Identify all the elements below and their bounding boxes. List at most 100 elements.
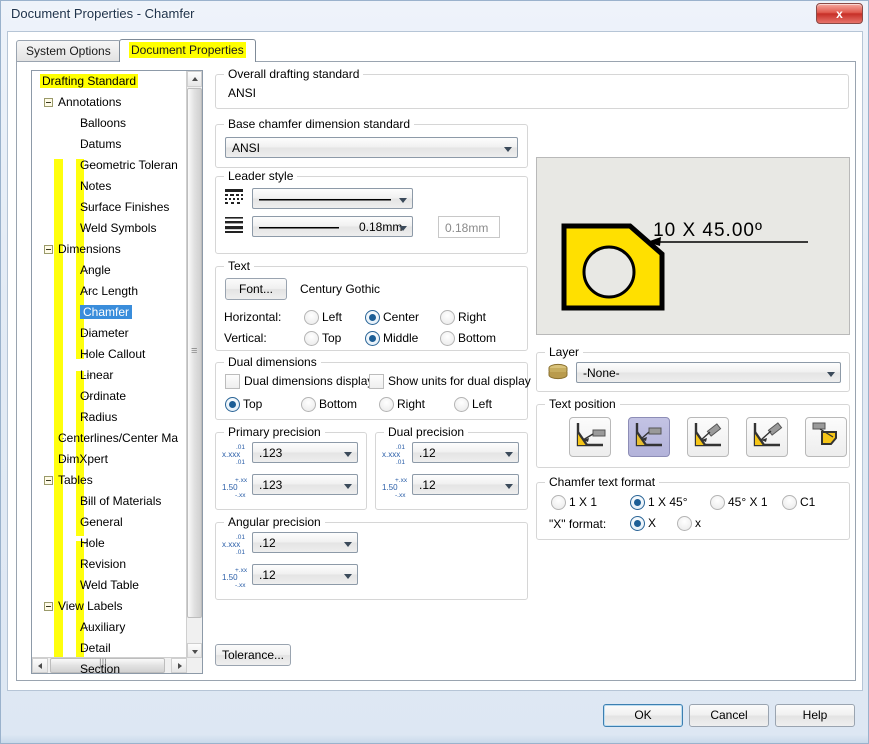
tree-expander-icon[interactable]: [44, 602, 53, 611]
layer-combo[interactable]: -None-: [576, 362, 841, 383]
tree-item-geometric-toleran[interactable]: Geometric Toleran: [32, 155, 187, 176]
close-icon[interactable]: x: [816, 3, 863, 24]
angular-dimension-precision-combo[interactable]: .12: [252, 532, 358, 553]
primary-dimension-precision-combo[interactable]: .123: [252, 442, 358, 463]
radio-format-45x1[interactable]: 45° X 1: [710, 495, 768, 510]
tree-item-linear[interactable]: Linear: [32, 365, 187, 386]
primary-dimension-precision-value: .123: [259, 446, 283, 460]
radio-dual-bottom[interactable]: Bottom: [301, 397, 357, 412]
settings-tree-list[interactable]: Drafting Standard Annotations Balloons Datu…: [32, 71, 187, 673]
tolerance-button[interactable]: Tolerance...: [215, 644, 291, 666]
tree-item-revision[interactable]: Revision: [32, 554, 187, 575]
tree-item-ordinate[interactable]: Ordinate: [32, 386, 187, 407]
checkbox-dual-dimensions-display[interactable]: Dual dimensions display: [225, 374, 373, 389]
tree-expander-icon[interactable]: [44, 245, 53, 254]
text-position-aligned-outside-button[interactable]: [687, 417, 729, 457]
tree-item-radius[interactable]: Radius: [32, 407, 187, 428]
tree-item-label: Diameter: [80, 326, 129, 340]
radio-dual-left[interactable]: Left: [454, 397, 492, 412]
radio-vertical-top[interactable]: Top: [304, 331, 341, 346]
base-chamfer-standard-combo[interactable]: ANSI: [225, 137, 518, 158]
scroll-up-icon[interactable]: [187, 71, 202, 87]
tree-item-label: Annotations: [58, 95, 122, 109]
primary-tolerance-precision-value: .123: [259, 478, 283, 492]
radio-x-lower[interactable]: x: [677, 516, 701, 531]
svg-text:1.50: 1.50: [222, 483, 238, 492]
radio-format-c1[interactable]: C1: [782, 495, 815, 510]
tree-item-auxiliary[interactable]: Auxiliary: [32, 617, 187, 638]
tab-document-properties[interactable]: Document Properties: [119, 39, 256, 62]
radio-horizontal-left[interactable]: Left: [304, 310, 342, 325]
font-button[interactable]: Font...: [225, 278, 287, 300]
tree-item-notes[interactable]: Notes: [32, 176, 187, 197]
tree-expander-icon[interactable]: [44, 98, 53, 107]
text-position-horizontal-inside-button[interactable]: [628, 417, 670, 457]
text-position-aligned-far-button[interactable]: [746, 417, 788, 457]
tree-item-tables[interactable]: Tables: [32, 470, 187, 491]
radio-format-1x1[interactable]: 1 X 1: [551, 495, 597, 510]
tree-vertical-scrollbar[interactable]: [186, 71, 202, 659]
angular-tolerance-precision-value: .12: [259, 568, 276, 582]
ok-button[interactable]: OK: [603, 704, 683, 727]
tree-item-diameter[interactable]: Diameter: [32, 323, 187, 344]
radio-vertical-bottom[interactable]: Bottom: [440, 331, 496, 346]
tree-item-weld-symbols[interactable]: Weld Symbols: [32, 218, 187, 239]
leader-custom-thickness-input[interactable]: 0.18mm: [438, 216, 500, 238]
dual-dimension-precision-combo[interactable]: .12: [412, 442, 519, 463]
tree-item-label: Revision: [80, 557, 127, 571]
tree-item-surface-finishes[interactable]: Surface Finishes: [32, 197, 187, 218]
radio-vertical-middle[interactable]: Middle: [365, 331, 418, 346]
overall-drafting-standard-caption: Overall drafting standard: [224, 67, 364, 81]
radio-dual-right[interactable]: Right: [379, 397, 425, 412]
base-chamfer-standard-value: ANSI: [232, 141, 261, 155]
tree-item-label: Arc Length: [80, 284, 139, 298]
tree-item-dimxpert[interactable]: DimXpert: [32, 449, 187, 470]
tree-item-label: Detail: [80, 641, 111, 655]
tree-item-centerlines-center-ma[interactable]: Centerlines/Center Ma: [32, 428, 187, 449]
tree-item-balloons[interactable]: Balloons: [32, 113, 187, 134]
tree-item-label: DimXpert: [58, 452, 109, 466]
tree-item-angle[interactable]: Angle: [32, 260, 187, 281]
tree-item-drafting-standard[interactable]: Drafting Standard: [32, 71, 187, 92]
tree-item-arc-length[interactable]: Arc Length: [32, 281, 187, 302]
tree-item-hole[interactable]: Hole: [32, 533, 187, 554]
radio-dual-top[interactable]: Top: [225, 397, 262, 412]
tree-item-detail[interactable]: Detail: [32, 638, 187, 659]
tree-item-dimensions[interactable]: Dimensions: [32, 239, 187, 260]
checkbox-show-units-dual-display[interactable]: Show units for dual display: [369, 374, 531, 389]
tree-item-view-labels[interactable]: View Labels: [32, 596, 187, 617]
part-hole: [582, 245, 636, 299]
dimension-precision-icon: .01 x.xxx .01: [222, 444, 245, 466]
tree-item-weld-table[interactable]: Weld Table: [32, 575, 187, 596]
radio-format-1x45[interactable]: 1 X 45°: [630, 495, 688, 510]
text-position-horizontal-outside-button[interactable]: [569, 417, 611, 457]
help-button[interactable]: Help: [775, 704, 855, 727]
tab-system-options[interactable]: System Options: [16, 40, 121, 62]
scroll-left-icon[interactable]: [32, 658, 48, 673]
leader-style-combo[interactable]: [252, 188, 413, 209]
tree-item-annotations[interactable]: Annotations: [32, 92, 187, 113]
dual-tolerance-precision-combo[interactable]: .12: [412, 474, 519, 495]
layer-group: Layer -None-: [536, 345, 850, 392]
radio-horizontal-right[interactable]: Right: [440, 310, 486, 325]
tree-expander-icon[interactable]: [44, 476, 53, 485]
settings-tree[interactable]: Drafting Standard Annotations Balloons Datu…: [31, 70, 203, 674]
scroll-right-icon[interactable]: [171, 658, 187, 673]
tree-item-chamfer[interactable]: Chamfer: [32, 302, 187, 323]
angular-tolerance-precision-combo[interactable]: .12: [252, 564, 358, 585]
chevron-down-icon: [505, 452, 513, 457]
radio-x-upper[interactable]: X: [630, 516, 656, 531]
tree-item-bill-of-materials[interactable]: Bill of Materials: [32, 491, 187, 512]
tree-item-datums[interactable]: Datums: [32, 134, 187, 155]
tree-item-general[interactable]: General: [32, 512, 187, 533]
dual-dimension-precision-value: .12: [419, 446, 436, 460]
leader-thickness-combo[interactable]: 0.18mm: [252, 216, 413, 237]
text-position-above-button[interactable]: [805, 417, 847, 457]
cancel-button[interactable]: Cancel: [689, 704, 769, 727]
vertical-scroll-thumb[interactable]: [187, 88, 202, 618]
radio-horizontal-center[interactable]: Center: [365, 310, 419, 325]
dual-precision-caption: Dual precision: [384, 425, 469, 439]
primary-tolerance-precision-combo[interactable]: .123: [252, 474, 358, 495]
tree-item-hole-callout[interactable]: Hole Callout: [32, 344, 187, 365]
tree-item-label: Radius: [80, 410, 118, 424]
